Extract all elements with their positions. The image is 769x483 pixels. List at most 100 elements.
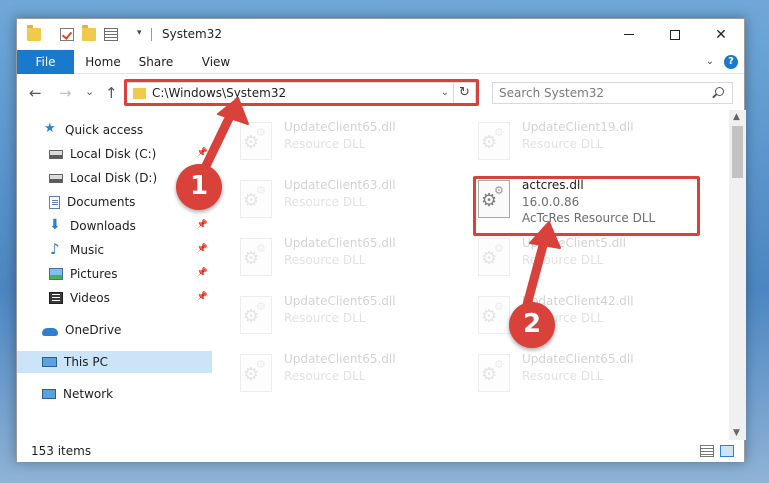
file-item[interactable]: UpdateClient63.dll Resource DLL — [234, 176, 464, 226]
sidebar-item-videos[interactable]: Videos 📌 — [17, 287, 212, 309]
window-title: System32 — [162, 27, 223, 41]
dll-file-icon — [478, 238, 510, 276]
scroll-thumb[interactable] — [732, 126, 743, 178]
sidebar-item-label: Documents — [67, 195, 136, 209]
recent-locations-icon[interactable]: ⌄ — [85, 85, 94, 98]
sidebar-item-label: This PC — [64, 355, 108, 369]
downloads-icon — [49, 217, 63, 233]
close-button[interactable]: ✕ — [698, 19, 744, 50]
pin-icon: 📌 — [196, 244, 208, 254]
file-name: UpdateClient5.dll — [522, 236, 626, 250]
file-type: Resource DLL — [522, 253, 604, 267]
file-type: Resource DLL — [284, 311, 366, 325]
help-icon[interactable]: ? — [724, 55, 738, 69]
sidebar-item-label: Videos — [70, 291, 110, 305]
customize-toolbar-icon[interactable]: ▾ — [137, 28, 142, 38]
file-type: Resource DLL — [284, 253, 366, 267]
sidebar-item-local-disk-c[interactable]: Local Disk (C:) 📌 — [17, 143, 212, 165]
ribbon-tabs: File Home Share View ⌄ ? — [17, 50, 744, 74]
file-item[interactable]: UpdateClient65.dll Resource DLL — [234, 234, 464, 284]
file-type: Resource DLL — [284, 195, 366, 209]
file-item[interactable]: UpdateClient65.dll Resource DLL — [234, 118, 464, 168]
pin-icon: 📌 — [196, 292, 208, 302]
file-name: UpdateClient65.dll — [284, 120, 396, 134]
file-item[interactable]: UpdateClient65.dll Resource DLL — [472, 350, 702, 400]
navigation-pane: Quick access Local Disk (C:) 📌 Local Dis… — [17, 110, 212, 440]
pin-icon: 📌 — [196, 148, 208, 158]
back-icon[interactable]: ← — [29, 84, 42, 102]
scroll-up-icon[interactable]: ▲ — [733, 112, 740, 122]
address-bar-highlight — [124, 79, 479, 106]
drive-icon — [49, 149, 63, 159]
title-bar: ▾ System32 ✕ — [17, 19, 744, 50]
sidebar-item-onedrive[interactable]: OneDrive — [17, 319, 212, 341]
folder-icon — [27, 25, 41, 41]
sidebar-item-label: Local Disk (C:) — [70, 147, 157, 161]
properties-check-icon[interactable] — [60, 28, 74, 41]
dll-file-icon — [240, 354, 272, 392]
vertical-scrollbar[interactable]: ▲ ▼ — [729, 110, 746, 440]
properties-icon[interactable] — [104, 28, 118, 41]
sidebar-item-music[interactable]: Music 📌 — [17, 239, 212, 261]
title-separator — [151, 28, 152, 41]
dll-file-icon — [240, 238, 272, 276]
dll-file-icon — [478, 122, 510, 160]
sidebar-item-label: Network — [63, 387, 114, 401]
forward-icon[interactable]: → — [59, 84, 72, 102]
file-item[interactable]: UpdateClient19.dll Resource DLL — [472, 118, 702, 168]
tab-view[interactable]: View — [193, 50, 239, 74]
file-name: UpdateClient65.dll — [522, 352, 634, 366]
dll-file-icon — [240, 122, 272, 160]
file-item[interactable]: UpdateClient65.dll Resource DLL — [234, 350, 464, 400]
file-name: UpdateClient65.dll — [284, 352, 396, 366]
step-2-badge: 2 — [509, 302, 555, 348]
large-icons-view-icon[interactable] — [720, 445, 734, 457]
sidebar-item-this-pc[interactable]: This PC — [17, 351, 212, 373]
sidebar-item-pictures[interactable]: Pictures 📌 — [17, 263, 212, 285]
file-type: Resource DLL — [522, 369, 604, 383]
sidebar-item-label: Pictures — [70, 267, 118, 281]
search-icon — [715, 87, 724, 96]
sidebar-item-label: Quick access — [65, 123, 144, 137]
expand-ribbon-icon[interactable]: ⌄ — [706, 56, 714, 67]
file-item[interactable]: UpdateClient65.dll Resource DLL — [234, 292, 464, 342]
step-1-badge: 1 — [176, 164, 222, 210]
documents-icon — [49, 195, 60, 209]
details-view-icon[interactable] — [700, 445, 714, 457]
file-list: UpdateClient65.dll Resource DLL UpdateCl… — [228, 110, 727, 440]
sidebar-item-network[interactable]: Network — [17, 383, 212, 405]
dll-file-icon — [478, 354, 510, 392]
tab-home[interactable]: Home — [80, 50, 126, 74]
sidebar-item-label: Downloads — [70, 219, 136, 233]
search-input[interactable]: Search System32 — [492, 82, 733, 104]
file-item[interactable]: UpdateClient42.dll Resource DLL — [472, 292, 702, 342]
star-icon — [44, 121, 58, 136]
maximize-button[interactable] — [652, 19, 698, 50]
dll-file-icon — [240, 296, 272, 334]
minimize-icon — [624, 34, 634, 35]
status-bar: 153 items — [17, 440, 744, 462]
sidebar-item-label: Music — [70, 243, 105, 257]
onedrive-icon — [42, 328, 58, 336]
drive-icon — [49, 173, 63, 183]
tab-file[interactable]: File — [17, 50, 74, 74]
sidebar-item-downloads[interactable]: Downloads 📌 — [17, 215, 212, 237]
minimize-button[interactable] — [606, 19, 652, 50]
up-icon[interactable]: ↑ — [105, 84, 118, 102]
sidebar-item-quick-access[interactable]: Quick access — [17, 119, 212, 141]
file-name: UpdateClient63.dll — [284, 178, 396, 192]
videos-icon — [49, 292, 63, 304]
file-name: UpdateClient65.dll — [284, 236, 396, 250]
search-placeholder: Search System32 — [499, 86, 605, 100]
file-item[interactable]: UpdateClient5.dll Resource DLL — [472, 234, 702, 284]
tab-share[interactable]: Share — [133, 50, 179, 74]
scroll-down-icon[interactable]: ▼ — [733, 428, 740, 438]
music-icon — [49, 240, 63, 258]
sidebar-item-label: Local Disk (D:) — [70, 171, 158, 185]
this-pc-icon — [42, 357, 57, 367]
pictures-icon — [49, 268, 63, 280]
dll-file-icon — [478, 296, 510, 334]
file-name: UpdateClient19.dll — [522, 120, 634, 134]
new-folder-icon[interactable] — [82, 25, 96, 41]
sidebar-item-label: OneDrive — [65, 323, 122, 337]
